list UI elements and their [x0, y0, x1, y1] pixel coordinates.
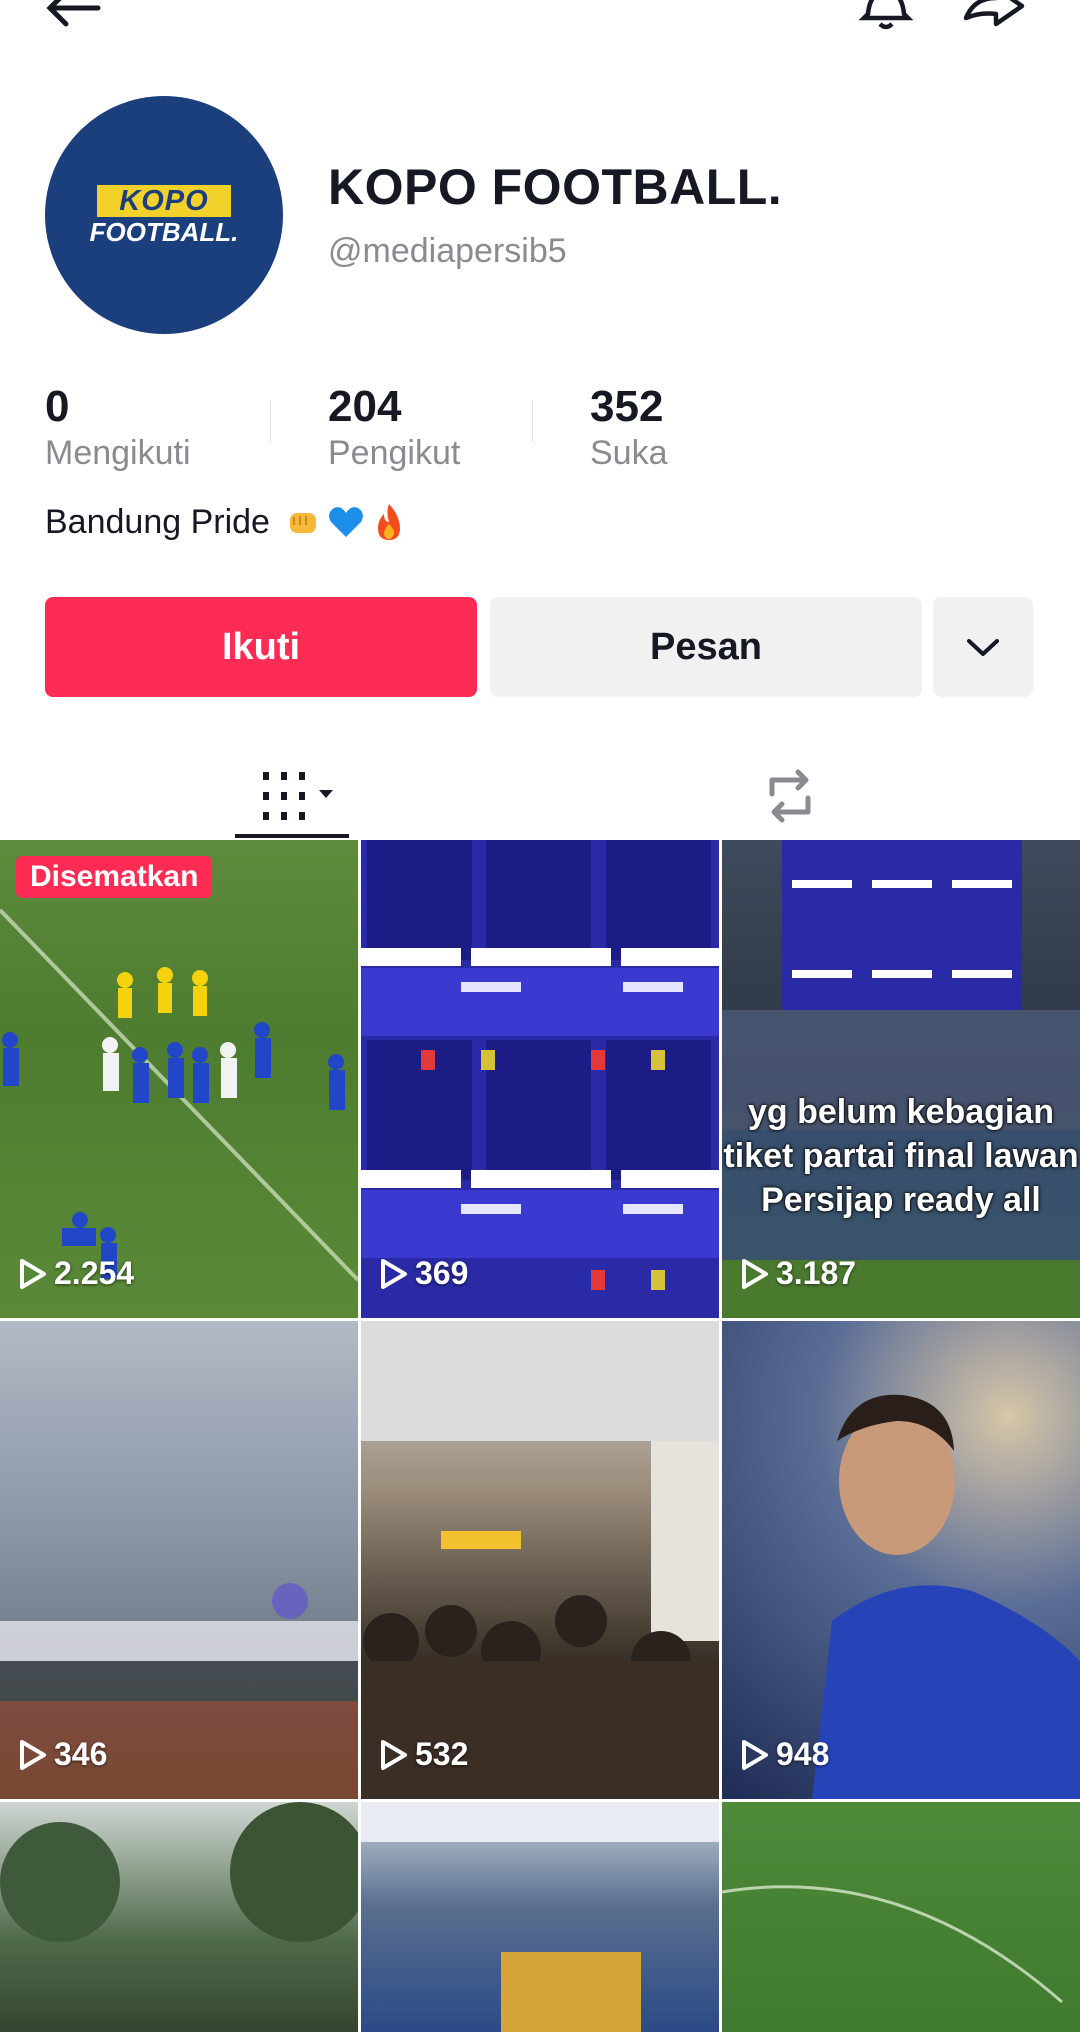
- video-tile[interactable]: 369: [361, 840, 719, 1318]
- stat-likes[interactable]: 352 Suka: [590, 382, 668, 473]
- video-thumbnail: [722, 840, 1080, 1318]
- fire-emoji-icon: [377, 504, 400, 540]
- view-count-value: 3.187: [776, 1255, 857, 1291]
- repost-icon: [769, 769, 811, 823]
- view-count: 532: [379, 1736, 468, 1773]
- top-bar: [0, 0, 1080, 40]
- stat-divider: [270, 400, 271, 442]
- video-tile[interactable]: Disematkan 2.254: [0, 840, 358, 1318]
- play-icon: [381, 1258, 407, 1289]
- stat-following[interactable]: 0 Mengikuti: [45, 382, 191, 473]
- view-count-value: 346: [54, 1736, 108, 1772]
- video-tile[interactable]: 948: [722, 1321, 1080, 1799]
- stat-followers[interactable]: 204 Pengikut: [328, 382, 460, 473]
- view-count-value: 2.254: [54, 1255, 135, 1291]
- stat-following-label: Mengikuti: [45, 434, 191, 472]
- content-tabs: [0, 730, 1080, 840]
- video-tile[interactable]: [722, 1802, 1080, 2032]
- stat-likes-value: 352: [590, 382, 664, 431]
- video-thumbnail: [361, 840, 719, 1318]
- view-count: 346: [18, 1736, 107, 1773]
- video-thumbnail: [812, 1394, 1080, 1799]
- profile-handle: @mediapersib5: [328, 232, 567, 270]
- play-icon: [381, 1739, 407, 1770]
- video-thumbnail: [0, 1802, 358, 1942]
- fist-emoji-icon: [289, 513, 316, 533]
- pinned-badge: Disematkan: [16, 856, 213, 898]
- message-button[interactable]: Pesan: [490, 597, 922, 697]
- play-icon: [742, 1258, 768, 1289]
- tab-reposts[interactable]: [740, 750, 840, 834]
- play-icon: [742, 1739, 768, 1770]
- video-tile[interactable]: [361, 1802, 719, 2032]
- follow-button[interactable]: Ikuti: [45, 597, 477, 697]
- back-arrow-icon[interactable]: [44, 0, 104, 30]
- share-icon[interactable]: [960, 0, 1030, 34]
- view-count: 369: [379, 1255, 468, 1292]
- play-icon: [20, 1739, 46, 1770]
- view-count-value: 532: [415, 1736, 469, 1772]
- chevron-down-icon: [967, 639, 999, 656]
- stat-likes-label: Suka: [590, 434, 668, 472]
- stat-followers-value: 204: [328, 382, 402, 431]
- video-overlay-caption: yg belum kebagian tiket partai final law…: [723, 1093, 1079, 1219]
- stat-followers-label: Pengikut: [328, 434, 461, 472]
- profile-bio: Bandung Pride: [45, 502, 408, 542]
- video-thumbnail: [0, 1583, 358, 1799]
- video-thumbnail: [361, 1802, 719, 2032]
- video-thumbnail: [0, 908, 358, 1282]
- view-count-value: 369: [415, 1255, 469, 1291]
- video-tile[interactable]: yg belum kebagian tiket partai final law…: [722, 840, 1080, 1318]
- stat-following-value: 0: [45, 382, 70, 431]
- video-thumbnail: [722, 1885, 1063, 2004]
- profile-name: KOPO FOOTBALL.: [328, 159, 783, 215]
- video-thumbnail: [361, 1321, 719, 1799]
- tab-videos[interactable]: [235, 750, 349, 834]
- grid-icon: [263, 772, 333, 820]
- avatar-logo-line1: KOPO: [97, 185, 231, 217]
- avatar-logo-line2: FOOTBALL.: [89, 217, 239, 247]
- play-icon: [20, 1258, 46, 1289]
- active-tab-indicator: [235, 834, 349, 838]
- stat-divider: [532, 400, 533, 442]
- view-count: 2.254: [18, 1255, 134, 1292]
- bell-icon[interactable]: [856, 0, 916, 34]
- video-tile[interactable]: 346: [0, 1321, 358, 1799]
- avatar[interactable]: KOPO FOOTBALL.: [45, 96, 283, 334]
- view-count: 3.187: [740, 1255, 856, 1292]
- video-tile[interactable]: 532: [361, 1321, 719, 1799]
- blue-heart-emoji-icon: [329, 507, 363, 537]
- more-options-button[interactable]: [933, 597, 1033, 697]
- view-count: 948: [740, 1736, 829, 1773]
- video-tile[interactable]: [0, 1802, 358, 2032]
- view-count-value: 948: [776, 1736, 830, 1772]
- bio-text: Bandung Pride: [45, 502, 270, 541]
